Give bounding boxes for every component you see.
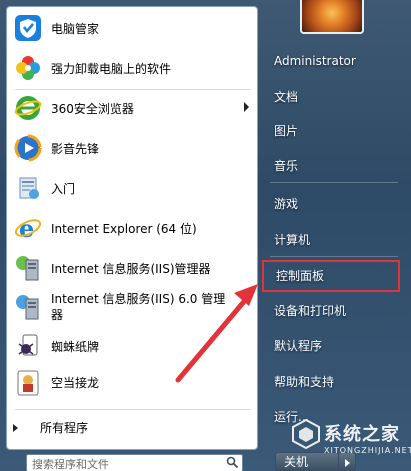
pinned-separator (15, 89, 251, 90)
all-programs-separator (15, 409, 251, 410)
program-label: Internet Explorer (64 位) (51, 221, 197, 236)
media-player-icon (13, 133, 43, 163)
program-item-freecell[interactable]: 空当接龙 (13, 365, 251, 399)
clover-icon (13, 53, 43, 83)
program-item-iis-manager[interactable]: Internet 信息服务(IIS)管理器 (13, 251, 251, 285)
iis-server-icon (13, 253, 43, 283)
program-item-iis6-manager[interactable]: Internet 信息服务(IIS) 6.0 管理器 (13, 287, 251, 327)
ie-icon: e (13, 213, 43, 243)
all-programs-label: 所有程序 (40, 421, 89, 435)
tencent-shield-icon (13, 13, 43, 43)
watermark-title: 系统之家 (324, 424, 400, 445)
watermark-logo-icon (292, 418, 320, 450)
program-item-getting-started[interactable]: 入门 (13, 171, 251, 205)
start-menu: 电脑管家 强力卸载电脑上的软件 360安全浏览器 影音先锋 入门 e Inter… (0, 0, 411, 471)
watermark-subtitle: XITONGZHIJIA.NET (324, 446, 411, 455)
search-placeholder: 搜索程序和文件 (32, 458, 109, 471)
right-item-devices-printers[interactable]: 设备和打印机 (262, 298, 402, 324)
getting-started-icon (13, 173, 43, 203)
program-label: 电脑管家 (51, 21, 100, 36)
program-item-spider-solitaire[interactable]: 蜘蛛纸牌 (13, 329, 251, 363)
expand-arrow-icon (13, 423, 18, 432)
program-label: 入门 (51, 181, 76, 196)
right-item-default-programs[interactable]: 默认程序 (262, 333, 402, 359)
search-icon[interactable] (226, 456, 239, 469)
iis-server-icon (13, 292, 43, 322)
program-item-internet-explorer[interactable]: e Internet Explorer (64 位) (13, 211, 251, 245)
right-item-music[interactable]: 音乐 (262, 153, 402, 179)
right-separator (270, 256, 398, 257)
right-separator (270, 182, 398, 183)
right-item-games[interactable]: 游戏 (262, 191, 402, 217)
360-browser-icon (13, 93, 43, 123)
right-item-help-support[interactable]: 帮助和支持 (262, 369, 402, 395)
program-label: Internet 信息服务(IIS)管理器 (51, 261, 211, 276)
freecell-icon (13, 367, 43, 397)
program-label: 强力卸载电脑上的软件 (51, 61, 172, 76)
program-item-pc-manager[interactable]: 电脑管家 (13, 11, 251, 45)
program-label: 蜘蛛纸牌 (51, 339, 100, 354)
program-label: 360安全浏览器 (51, 101, 134, 116)
program-item-media-player[interactable]: 影音先锋 (13, 131, 251, 165)
right-item-control-panel[interactable]: 控制面板 (262, 260, 400, 292)
spider-solitaire-icon (13, 331, 43, 361)
submenu-arrow-icon[interactable] (244, 102, 249, 112)
svg-text:e: e (19, 214, 34, 242)
right-item-pictures[interactable]: 图片 (262, 118, 402, 144)
watermark: 系统之家 XITONGZHIJIA.NET (290, 416, 411, 466)
programs-pane: 电脑管家 强力卸载电脑上的软件 360安全浏览器 影音先锋 入门 e Inter… (6, 6, 258, 450)
program-label: 影音先锋 (51, 141, 100, 156)
program-label: Internet 信息服务(IIS) 6.0 管理器 (51, 292, 226, 322)
program-item-uninstaller[interactable]: 强力卸载电脑上的软件 (13, 51, 251, 85)
all-programs-button[interactable]: 所有程序 (13, 419, 88, 436)
program-item-360-browser[interactable]: 360安全浏览器 (13, 91, 251, 125)
right-item-user[interactable]: Administrator (262, 48, 402, 74)
right-item-computer[interactable]: 计算机 (262, 227, 402, 253)
user-avatar[interactable] (300, 0, 364, 34)
search-input[interactable]: 搜索程序和文件 (26, 454, 243, 471)
program-label: 空当接龙 (51, 375, 100, 390)
right-item-documents[interactable]: 文档 (262, 84, 402, 110)
